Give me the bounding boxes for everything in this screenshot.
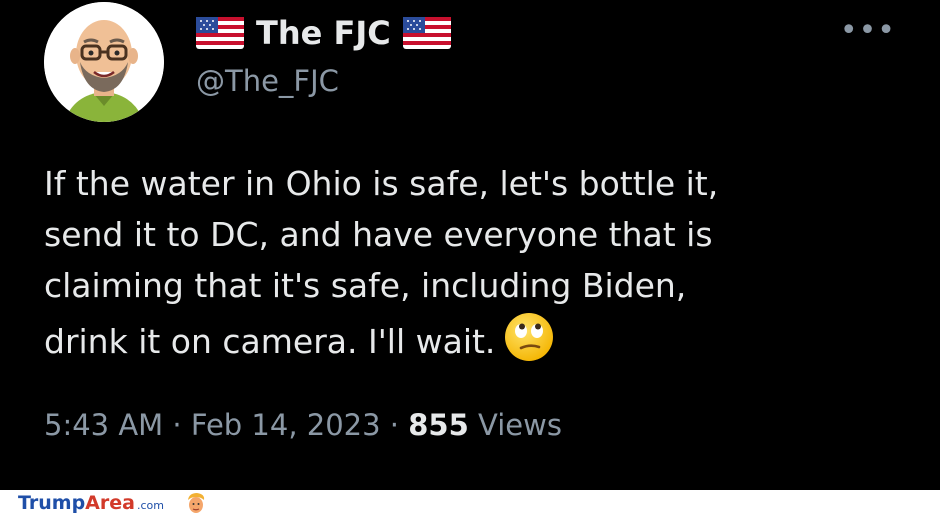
views-label: Views — [478, 408, 562, 442]
us-flag-icon — [402, 17, 451, 49]
face-with-rolling-eyes-icon — [505, 313, 554, 361]
watermark-bar: TrumpArea .com — [0, 490, 940, 517]
tweet-text-line: drink it on camera. I'll wait. — [44, 322, 496, 361]
avatar-cartoon-image — [44, 2, 164, 122]
views-count[interactable]: 855 — [408, 408, 469, 442]
tweet-date[interactable]: Feb 14, 2023 — [191, 408, 381, 442]
meta-separator: · — [172, 408, 182, 442]
name-row: The FJC — [196, 12, 451, 54]
display-name[interactable]: The FJC — [256, 14, 391, 52]
tweet-time[interactable]: 5:43 AM — [44, 408, 163, 442]
trump-caricature-icon — [188, 493, 205, 513]
tweet-metadata: 5:43 AM · Feb 14, 2023 · 855 Views — [44, 408, 562, 442]
tweet-card: The FJC @The_FJC ••• If the water in Ohi… — [0, 0, 940, 490]
watermark-logo[interactable]: TrumpArea .com — [18, 492, 164, 517]
tweet-text: If the water in Ohio is safe, let's bott… — [44, 158, 904, 367]
more-options-icon[interactable]: ••• — [840, 16, 896, 46]
tweet-text-line: send it to DC, and have everyone that is — [44, 215, 713, 254]
avatar[interactable] — [44, 2, 164, 122]
tweet-text-line: claiming that it's safe, including Biden… — [44, 266, 687, 305]
tweet-text-line-last: drink it on camera. I'll wait. — [44, 311, 904, 367]
us-flag-icon — [196, 17, 244, 49]
tweet-text-line: If the water in Ohio is safe, let's bott… — [44, 164, 719, 203]
meta-separator: · — [389, 408, 400, 442]
user-handle[interactable]: @The_FJC — [196, 64, 339, 98]
